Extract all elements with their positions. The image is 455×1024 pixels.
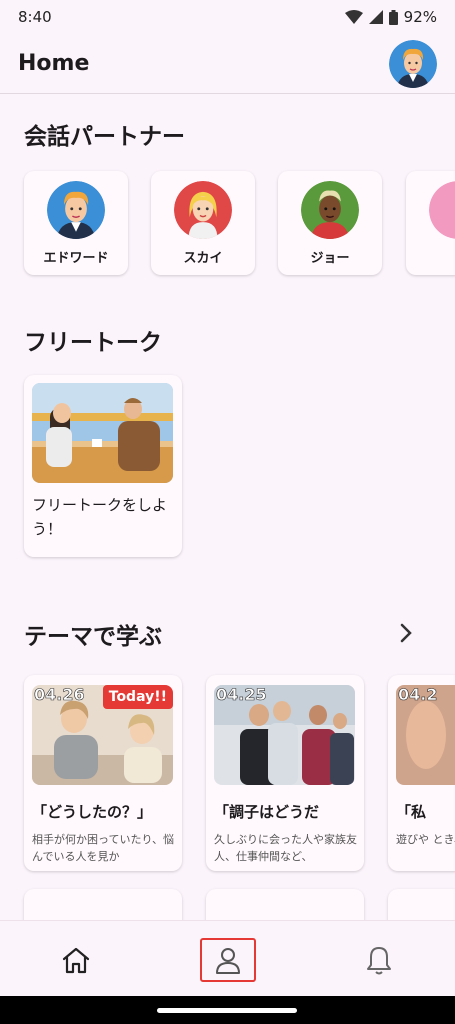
free-talk-section-title: フリートーク [24, 330, 162, 356]
theme-title: 「調子はどうだ [214, 803, 320, 821]
partner-card-joe[interactable]: ジョー [278, 171, 382, 275]
theme-image: 04.25 [214, 685, 355, 785]
home-icon [62, 947, 90, 974]
bell-icon [367, 947, 391, 975]
partners-section-title: 会話パートナー [24, 124, 185, 150]
theme-card[interactable]: 04.2 「私 遊びや とき、 [388, 675, 455, 871]
theme-description: 相手が何か困っていたり、悩んでいる人を見か [32, 833, 175, 863]
partner-name: ジョー [310, 251, 350, 266]
free-talk-image [32, 383, 173, 483]
theme-image: 04.2 [396, 685, 455, 785]
theme-date: 04.26 [34, 685, 85, 704]
theme-title: 「どうしたの？」 [32, 803, 153, 821]
themes-section-title: テーマで学ぶ [24, 624, 162, 650]
home-content: 会話パートナー エドワード スカイ ジョー フリートーク フリートークをしよう！… [0, 95, 455, 920]
edward-avatar [47, 181, 105, 239]
partner-name: エドワード [43, 251, 109, 266]
theme-card[interactable]: 04.25 「調子はどうだ 久しぶりに会った人や家族友人、仕事仲間など、 [206, 675, 364, 871]
signal-icon [368, 10, 383, 24]
app-bar: Home [0, 34, 455, 94]
today-badge: Today!! [102, 685, 173, 709]
sky-avatar [174, 181, 232, 239]
free-talk-card[interactable]: フリートークをしよう！ [24, 375, 182, 557]
gesture-handle[interactable] [157, 1008, 297, 1013]
free-talk-card-text: フリートークをしよう！ [32, 496, 168, 538]
nav-profile-button[interactable] [200, 938, 256, 982]
status-time: 8:40 [18, 8, 52, 26]
theme-card[interactable] [388, 889, 455, 920]
chevron-right-icon[interactable] [397, 619, 415, 647]
theme-card[interactable]: 04.26 Today!! 「どうしたの？」 相手が何か困っていたり、悩んでいる… [24, 675, 182, 871]
theme-date: 04.25 [216, 685, 267, 704]
nav-home-button[interactable] [48, 938, 104, 982]
wifi-icon [344, 10, 363, 24]
system-gesture-bar [0, 996, 455, 1024]
status-bar: 8:40 92% [0, 0, 455, 34]
battery-icon [388, 9, 398, 25]
partner-card-sky[interactable]: スカイ [151, 171, 255, 275]
theme-date: 04.2 [398, 685, 438, 704]
theme-title: 「私 [396, 803, 427, 821]
bottom-navigation [0, 920, 455, 996]
partner-card-edward[interactable]: エドワード [24, 171, 128, 275]
avatar[interactable] [389, 39, 437, 88]
person-icon [216, 948, 240, 974]
theme-description: 久しぶりに会った人や家族友人、仕事仲間など、 [214, 833, 357, 863]
page-title: Home [18, 51, 90, 76]
partner-avatar [429, 181, 455, 239]
theme-description: 遊びや とき、 [396, 833, 455, 846]
joe-avatar [301, 181, 359, 239]
partner-card-partial[interactable] [406, 171, 455, 275]
nav-notifications-button[interactable] [351, 938, 407, 982]
theme-card[interactable] [206, 889, 364, 920]
battery-level: 92% [403, 8, 437, 26]
partner-name: スカイ [183, 251, 223, 266]
theme-card[interactable] [24, 889, 182, 920]
theme-image: 04.26 Today!! [32, 685, 173, 785]
